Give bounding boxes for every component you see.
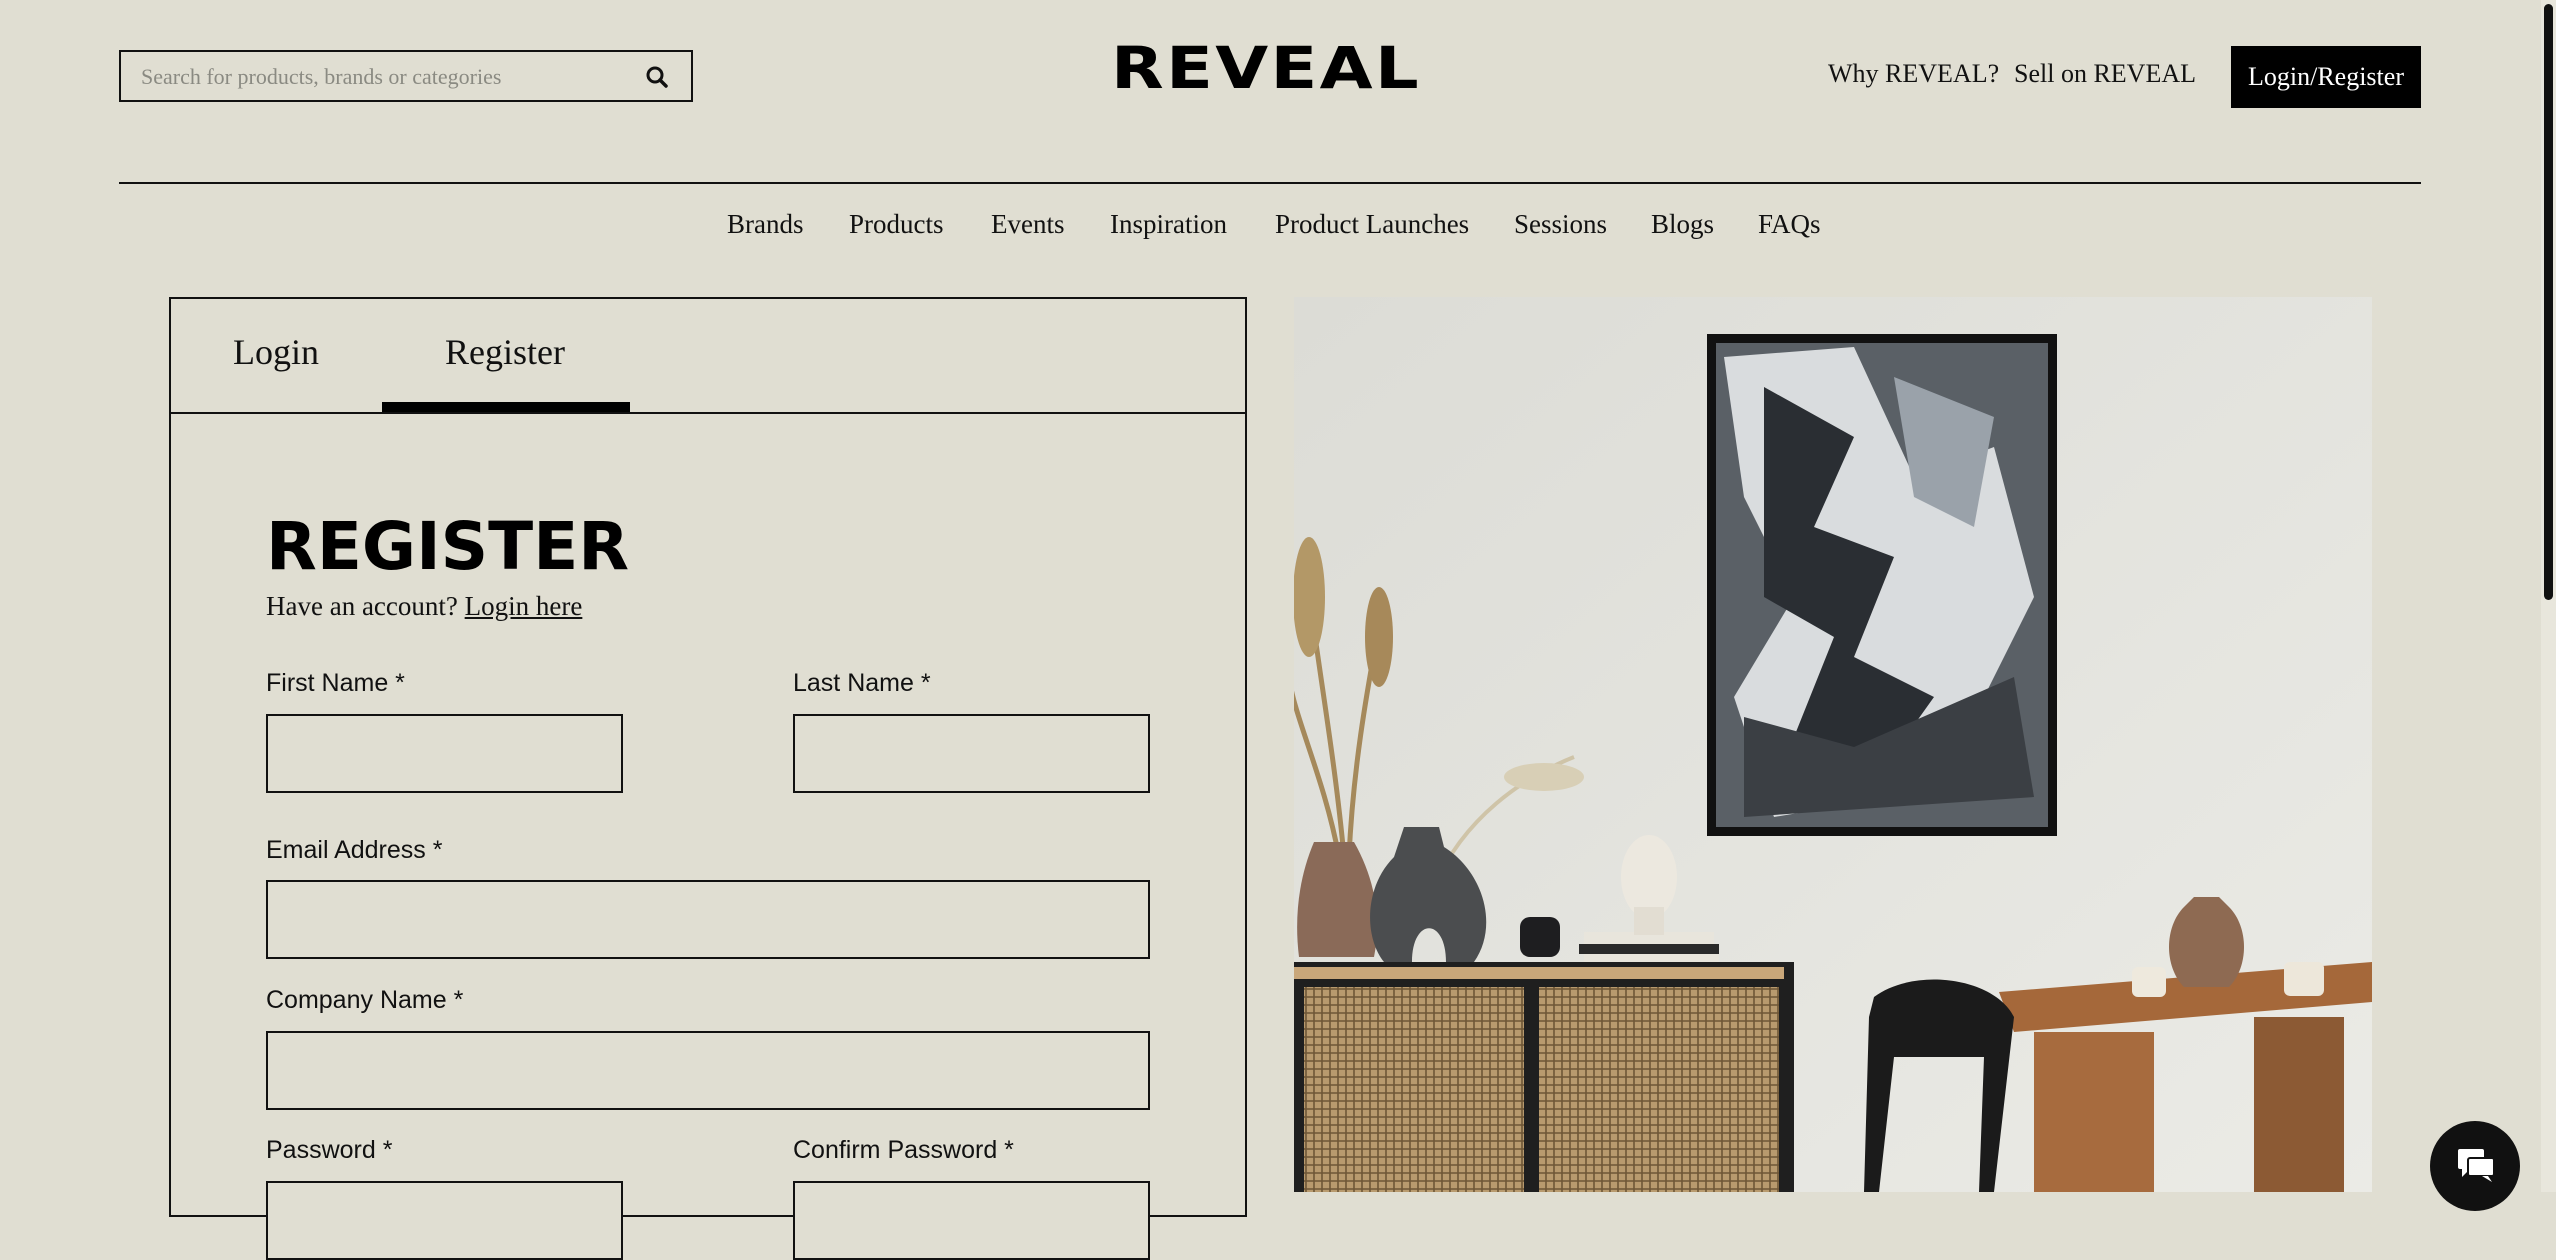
first-name-input[interactable] [268,716,621,791]
confirm-password-field[interactable] [793,1181,1150,1260]
nav-blogs[interactable]: Blogs [1651,206,1714,242]
have-account-text: Have an account? Login here [266,588,582,624]
nav-faqs[interactable]: FAQs [1758,206,1821,242]
search-icon[interactable] [645,65,669,89]
email-input[interactable] [268,882,1148,957]
email-label: Email Address * [266,836,443,864]
nav-sessions[interactable]: Sessions [1514,206,1607,242]
nav-products[interactable]: Products [849,206,944,242]
tab-register[interactable]: Register [445,330,565,374]
company-input[interactable] [268,1033,1148,1108]
company-label: Company Name * [266,986,464,1014]
login-register-button[interactable]: Login/Register [2231,46,2421,108]
password-label: Password * [266,1136,393,1164]
search-box[interactable] [119,50,693,102]
chat-button[interactable] [2430,1121,2520,1211]
site-logo[interactable]: REVEAL [1089,38,1443,98]
nav-brands[interactable]: Brands [727,206,804,242]
chat-icon [2458,1149,2494,1182]
have-account-label: Have an account? [266,591,458,621]
scrollbar-thumb[interactable] [2544,4,2553,600]
tab-login[interactable]: Login [233,330,319,374]
hero-image [1294,297,2372,1192]
nav-product-launches[interactable]: Product Launches [1275,206,1469,242]
last-name-field[interactable] [793,714,1150,793]
company-field[interactable] [266,1031,1150,1110]
sell-on-reveal-link[interactable]: Sell on REVEAL [2014,56,2196,92]
confirm-password-label: Confirm Password * [793,1136,1014,1164]
header-divider [119,182,2421,184]
last-name-input[interactable] [795,716,1148,791]
password-field[interactable] [266,1181,623,1260]
last-name-label: Last Name * [793,669,931,697]
nav-inspiration[interactable]: Inspiration [1110,206,1227,242]
email-field[interactable] [266,880,1150,959]
tab-divider [169,412,1247,414]
password-input[interactable] [268,1183,621,1258]
confirm-password-input[interactable] [795,1183,1148,1258]
active-tab-indicator [382,402,630,412]
nav-events[interactable]: Events [991,206,1065,242]
why-reveal-link[interactable]: Why REVEAL? [1828,56,1999,92]
search-input[interactable] [139,52,643,102]
first-name-label: First Name * [266,669,405,697]
first-name-field[interactable] [266,714,623,793]
login-here-link[interactable]: Login here [465,591,583,621]
page-title: REGISTER [266,508,630,585]
